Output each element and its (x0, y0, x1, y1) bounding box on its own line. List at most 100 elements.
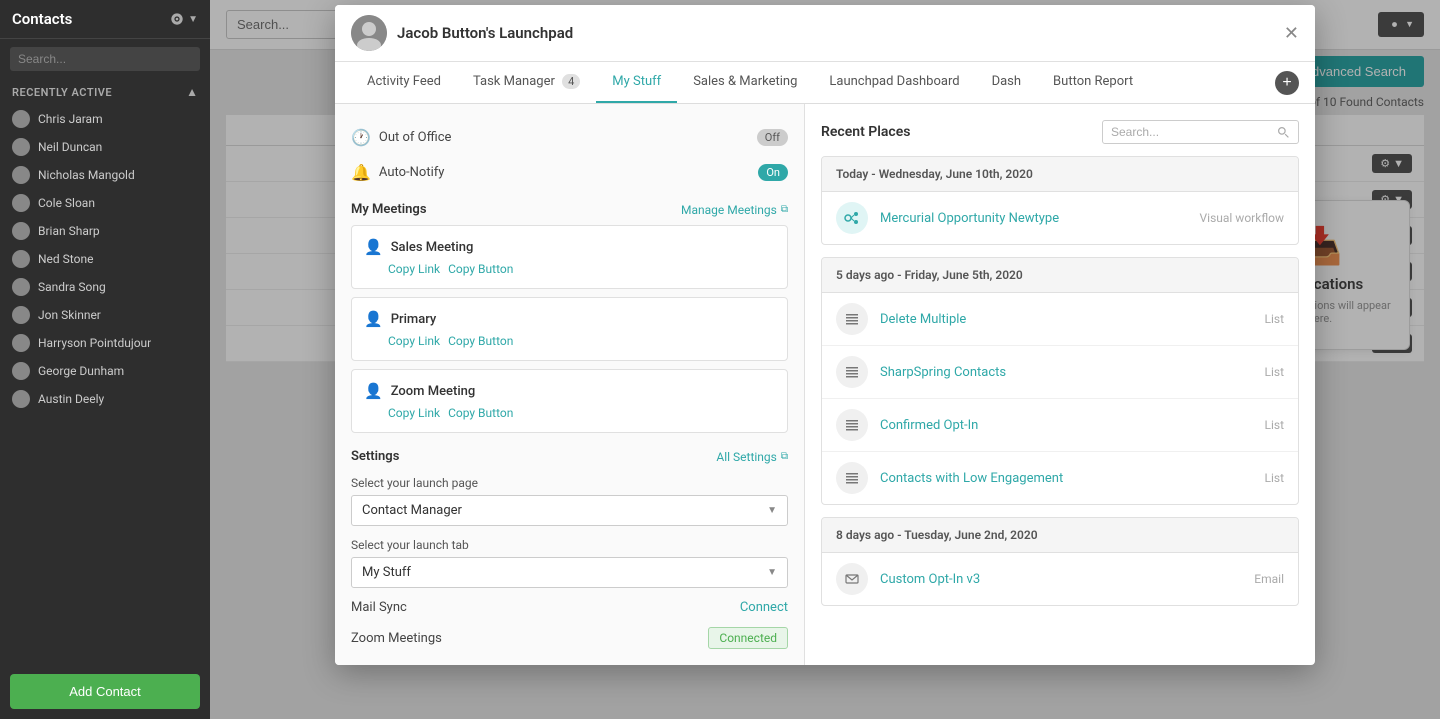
mail-sync-connect-link[interactable]: Connect (740, 600, 788, 615)
tab-activity-feed[interactable]: Activity Feed (351, 62, 457, 103)
recent-item-mercurial[interactable]: Mercurial Opportunity Newtype Visual wor… (822, 192, 1298, 244)
contact-name: Harryson Pointdujour (38, 336, 151, 350)
recent-group-8days-header: 8 days ago - Tuesday, June 2nd, 2020 (822, 518, 1298, 553)
recent-item-confirmed-optin[interactable]: Confirmed Opt-In List (822, 399, 1298, 452)
list-item[interactable]: Harryson Pointdujour (0, 329, 210, 357)
manage-meetings-link[interactable]: Manage Meetings ⧉ (681, 203, 788, 217)
launch-tab-label: Select your launch tab (351, 538, 788, 552)
recently-active-toggle[interactable]: ▲ (186, 85, 198, 99)
out-of-office-toggle[interactable]: Off (757, 129, 788, 146)
list-item[interactable]: George Dunham (0, 357, 210, 385)
out-of-office-state: Off (765, 131, 780, 144)
tab-button-report-label: Button Report (1053, 74, 1133, 89)
out-of-office-row: 🕐 Out of Office Off (351, 120, 788, 155)
avatar (12, 110, 30, 128)
gear-icon (170, 12, 184, 26)
recent-item-delete-multiple[interactable]: Delete Multiple List (822, 293, 1298, 346)
contact-name: Brian Sharp (38, 224, 100, 238)
sharpspring-contacts-link[interactable]: SharpSpring Contacts (880, 365, 1253, 380)
mercurial-link[interactable]: Mercurial Opportunity Newtype (880, 211, 1188, 226)
list-icon (836, 303, 868, 335)
tab-button-report[interactable]: Button Report (1037, 62, 1149, 103)
add-contact-button[interactable]: Add Contact (10, 674, 200, 709)
list-item[interactable]: Neil Duncan (0, 133, 210, 161)
recent-item-custom-optin[interactable]: Custom Opt-In v3 Email (822, 553, 1298, 605)
primary-meeting-name: Primary (391, 312, 437, 327)
out-of-office-icon: 🕐 (351, 128, 371, 147)
tab-my-stuff[interactable]: My Stuff (596, 62, 677, 103)
contact-name: Sandra Song (38, 280, 106, 294)
delete-multiple-link[interactable]: Delete Multiple (880, 312, 1253, 327)
sales-meeting-copy-link[interactable]: Copy Link (388, 262, 440, 276)
low-engagement-link[interactable]: Contacts with Low Engagement (880, 471, 1253, 486)
auto-notify-label: Auto-Notify (379, 165, 444, 180)
tab-dash[interactable]: Dash (976, 62, 1037, 103)
sidebar: Contacts ▼ RECENTLY ACTIVE ▲ Chris Jaram… (0, 0, 210, 719)
settings-title: Settings (351, 449, 399, 464)
contact-name: George Dunham (38, 364, 124, 378)
list-item[interactable]: Chris Jaram (0, 105, 210, 133)
primary-copy-link[interactable]: Copy Link (388, 334, 440, 348)
workflow-icon (836, 202, 868, 234)
main-content: ▼ Advanced Search Displaying 10 of 10 Fo… (210, 0, 1440, 719)
modal-title: Jacob Button's Launchpad (397, 24, 573, 42)
list-item[interactable]: Brian Sharp (0, 217, 210, 245)
list-svg-icon (845, 365, 859, 379)
right-search-input[interactable] (1111, 125, 1271, 139)
list-item[interactable]: Jon Skinner (0, 301, 210, 329)
tab-add-button[interactable]: + (1275, 71, 1299, 95)
zoom-copy-link[interactable]: Copy Link (388, 406, 440, 420)
meeting-person-icon: 👤 (364, 382, 383, 400)
zoom-meeting-card: 👤 Zoom Meeting Copy Link Copy Button (351, 369, 788, 433)
avatar (12, 334, 30, 352)
custom-optin-type: Email (1254, 572, 1284, 586)
sidebar-gear-arrow: ▼ (188, 14, 198, 25)
all-settings-link[interactable]: All Settings ⧉ (716, 450, 788, 464)
contact-name: Chris Jaram (38, 112, 103, 126)
contact-name: Cole Sloan (38, 196, 95, 210)
sales-meeting-header: 👤 Sales Meeting (364, 238, 775, 256)
list-svg-icon (845, 418, 859, 432)
primary-meeting-header: 👤 Primary (364, 310, 775, 328)
custom-optin-link[interactable]: Custom Opt-In v3 (880, 572, 1242, 587)
primary-meeting-links: Copy Link Copy Button (388, 334, 775, 348)
contact-name: Jon Skinner (38, 308, 101, 322)
tab-sales-marketing-label: Sales & Marketing (693, 74, 797, 89)
recent-item-sharpspring-contacts[interactable]: SharpSpring Contacts List (822, 346, 1298, 399)
sales-meeting-name: Sales Meeting (391, 240, 474, 255)
list-item[interactable]: Nicholas Mangold (0, 161, 210, 189)
auto-notify-toggle[interactable]: On (758, 164, 788, 181)
tab-sales-marketing[interactable]: Sales & Marketing (677, 62, 813, 103)
sidebar-search-input[interactable] (10, 47, 200, 71)
primary-copy-button[interactable]: Copy Button (448, 334, 513, 348)
list-item[interactable]: Ned Stone (0, 245, 210, 273)
tab-launchpad-dashboard[interactable]: Launchpad Dashboard (813, 62, 975, 103)
out-of-office-label: Out of Office (379, 130, 451, 145)
contact-list: Chris Jaram Neil Duncan Nicholas Mangold… (0, 105, 210, 664)
launch-page-dropdown[interactable]: Contact Manager ▼ (351, 495, 788, 526)
recent-group-today-header: Today - Wednesday, June 10th, 2020 (822, 157, 1298, 192)
meeting-person-icon: 👤 (364, 310, 383, 328)
modal-close-button[interactable]: ✕ (1284, 23, 1299, 44)
recent-item-low-engagement[interactable]: Contacts with Low Engagement List (822, 452, 1298, 504)
zoom-meeting-links: Copy Link Copy Button (388, 406, 775, 420)
tab-task-manager[interactable]: Task Manager 4 (457, 62, 596, 103)
sidebar-search-box (0, 39, 210, 79)
list-item[interactable]: Sandra Song (0, 273, 210, 301)
list-item[interactable]: Cole Sloan (0, 189, 210, 217)
auto-notify-icon: 🔔 (351, 163, 371, 182)
confirmed-optin-link[interactable]: Confirmed Opt-In (880, 418, 1253, 433)
list-icon (836, 356, 868, 388)
modal-tabs: Activity Feed Task Manager 4 My Stuff Sa… (335, 62, 1315, 104)
list-icon (836, 409, 868, 441)
avatar (12, 306, 30, 324)
launch-page-label: Select your launch page (351, 476, 788, 490)
sales-meeting-copy-button[interactable]: Copy Button (448, 262, 513, 276)
list-item[interactable]: Austin Deely (0, 385, 210, 413)
zoom-connected-badge: Connected (708, 627, 788, 649)
zoom-copy-button[interactable]: Copy Button (448, 406, 513, 420)
avatar (12, 194, 30, 212)
avatar (12, 390, 30, 408)
launch-tab-dropdown[interactable]: My Stuff ▼ (351, 557, 788, 588)
sidebar-gear-button[interactable]: ▼ (170, 12, 198, 26)
